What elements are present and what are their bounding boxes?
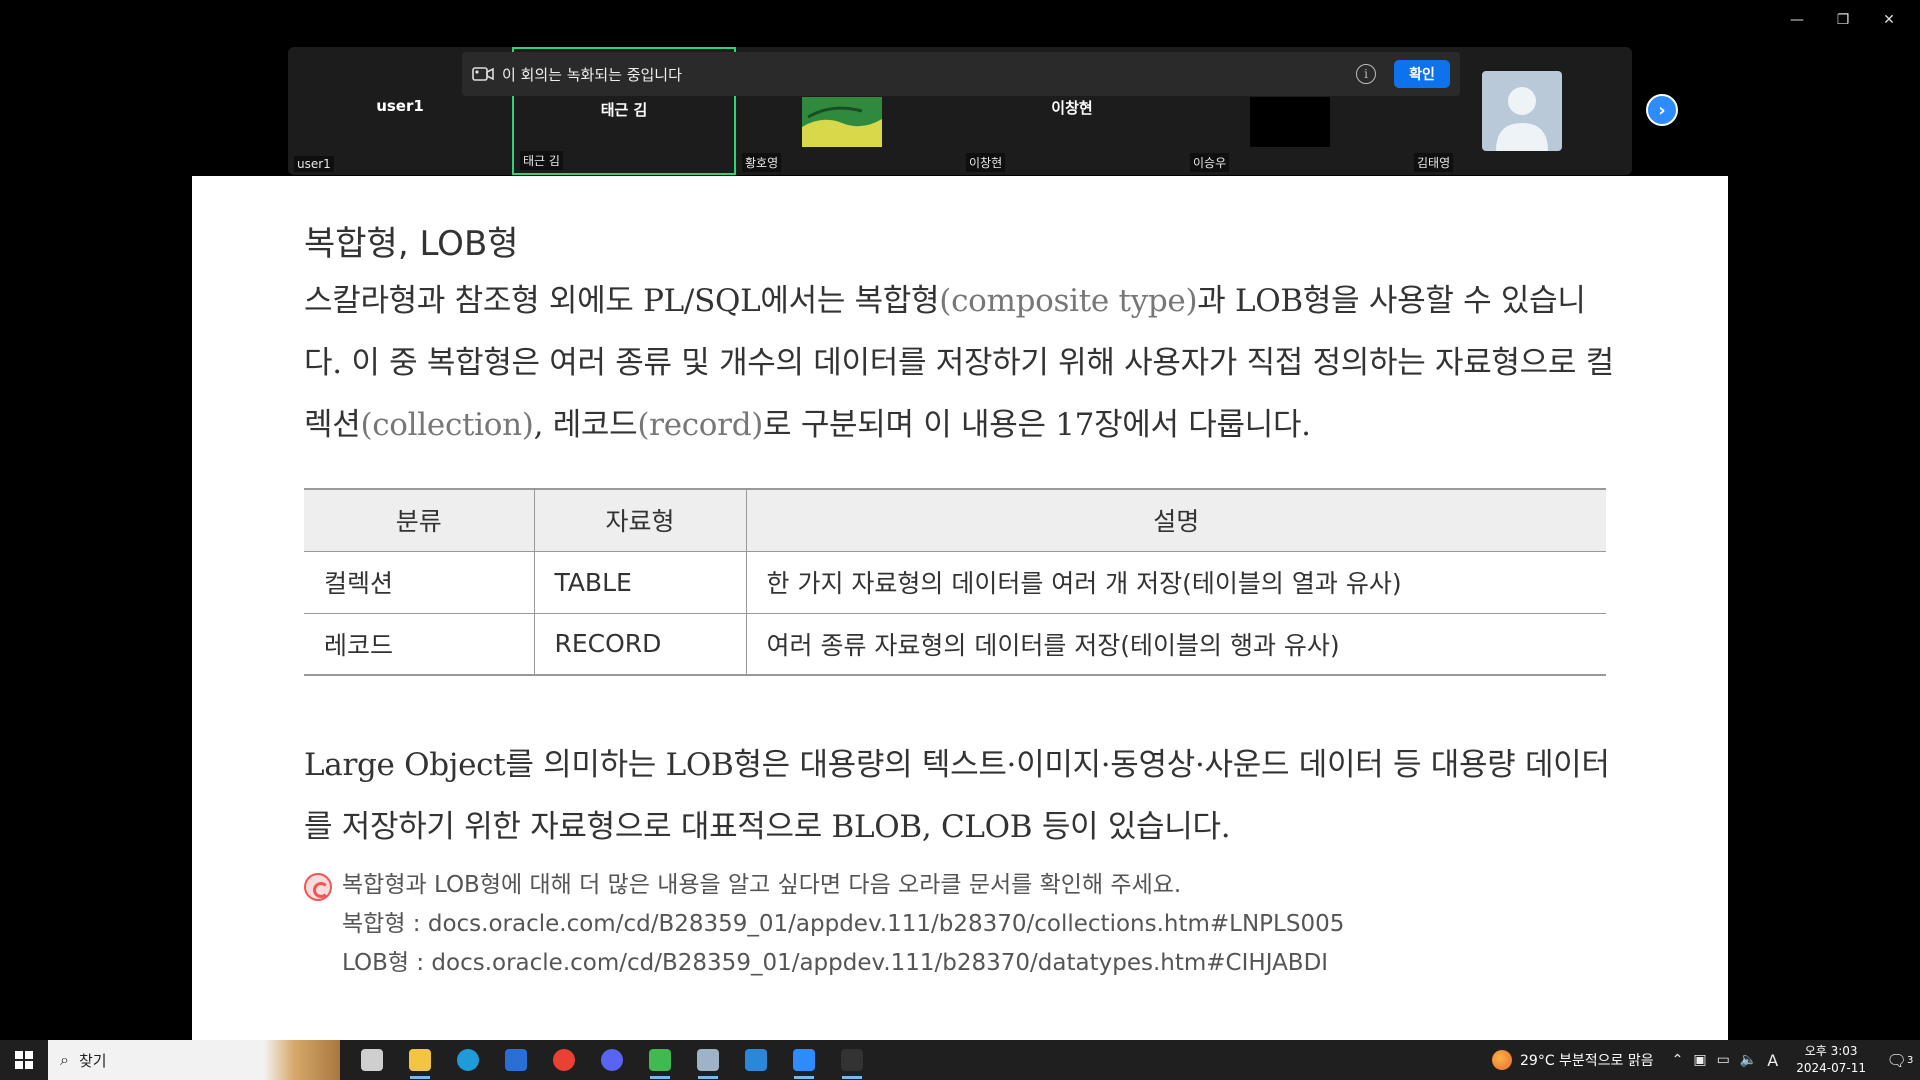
weather-text: 29°C 부분적으로 맑음 [1520,1053,1654,1069]
minimize-button[interactable]: — [1774,6,1820,34]
table-cell: TABLE [533,551,746,614]
system-tray: 29°C 부분적으로 맑음 ⌃ ▣ ▭ 🔈 A 오후 3:03 2024-07-… [1492,1040,1920,1080]
table-header-row: 분류 자료형 설명 [304,488,1606,552]
participant-video-thumbnail [1250,97,1330,147]
close-button[interactable]: ✕ [1866,6,1912,34]
taskbar-search[interactable]: ⌕ 찾기 [48,1040,340,1080]
table-header: 설명 [745,488,1606,552]
avatar [1482,71,1562,151]
participant-name-tag: 황호영 [742,153,782,172]
paragraph-term: (composite type) [939,283,1198,319]
participant-center-name: user1 [376,97,424,115]
taskbar-file-explorer-button[interactable] [396,1040,444,1080]
paint-icon [745,1049,767,1071]
recording-notice-text: 이 회의는 녹화되는 중입니다 [502,65,682,84]
info-icon[interactable]: i [1356,64,1376,84]
paragraph-composite-types: 스칼라형과 참조형 외에도 PL/SQL에서는 복합형(composite ty… [304,270,1614,456]
terminal-icon [841,1049,863,1071]
paragraph-text: , 레코드 [533,407,638,443]
paragraph-text: 스칼라형과 참조형 외에도 PL/SQL에서는 복합형 [304,283,940,319]
search-icon: ⌕ [60,1050,69,1069]
notification-icon: 🗨 [1886,1050,1907,1070]
default-avatar-icon [1496,87,1548,151]
participant-name-tag: 태근 김 [520,151,563,170]
next-participants-button[interactable]: › [1646,94,1678,126]
notepad-icon [697,1049,719,1071]
participant-center-name: 태근 김 [600,101,648,119]
edge-icon [457,1049,479,1071]
types-table: 분류 자료형 설명 컬렉션 TABLE 한 가지 자료형의 데이터를 여러 개 … [304,488,1606,676]
task-view-icon [361,1049,383,1071]
start-button[interactable] [0,1040,48,1080]
table-row: 레코드 RECORD 여러 종류 자료형의 데이터를 저장(테이블의 행과 유사… [304,613,1606,676]
table-cell: 여러 종류 자료형의 데이터를 저장(테이블의 행과 유사) [745,613,1606,676]
search-highlight-image [264,1040,340,1080]
volume-icon[interactable]: 🔈 [1740,1052,1757,1068]
taskbar-chrome-button[interactable] [540,1040,588,1080]
participant-video-thumbnail [802,97,882,147]
taskbar: ⌕ 찾기 29°C 부분적으로 맑음 ⌃ ▣ ▭ 🔈 A 오후 3:03 202… [0,1040,1920,1080]
media-app-icon [649,1049,671,1071]
confirm-button[interactable]: 확인 [1394,60,1450,88]
taskbar-task-view-button[interactable] [348,1040,396,1080]
taskbar-terminal-button[interactable] [828,1040,876,1080]
table-cell: 한 가지 자료형의 데이터를 여러 개 저장(테이블의 열과 유사) [745,551,1606,614]
tip-text: 복합형과 LOB형에 대해 더 많은 내용을 알고 싶다면 다음 오라클 문서를… [342,872,1182,898]
window-controls: — ❐ ✕ [1774,6,1912,34]
paragraph-term: (record) [637,407,764,443]
file-explorer-icon [409,1049,431,1071]
clock-date: 2024-07-11 [1796,1061,1866,1075]
table-cell: 컬렉션 [304,551,534,614]
participant-center-name: 이창현 [1051,99,1093,117]
ime-indicator[interactable]: A [1767,1051,1778,1070]
taskbar-edge-button[interactable] [444,1040,492,1080]
weather-widget[interactable]: 29°C 부분적으로 맑음 [1492,1050,1654,1070]
document-heading: 복합형, LOB형 [304,224,519,264]
taskbar-paint-button[interactable] [732,1040,780,1080]
clock-time: 오후 3:03 [1804,1044,1858,1058]
table-cell: 레코드 [304,613,534,676]
shared-document: 복합형, LOB형 스칼라형과 참조형 외에도 PL/SQL에서는 복합형(co… [192,176,1728,1040]
table-row: 컬렉션 TABLE 한 가지 자료형의 데이터를 여러 개 저장(테이블의 열과… [304,551,1606,614]
video-camera-icon [472,66,494,82]
participant-name-tag: 김태영 [1414,153,1454,172]
windows-logo-icon [15,1051,33,1069]
recording-banner: 이 회의는 녹화되는 중입니다 i 확인 [462,52,1460,96]
restore-button[interactable]: ❐ [1820,6,1866,34]
tip-link-composite: 복합형 : docs.oracle.com/cd/B28359_01/appde… [342,911,1345,937]
chevron-up-icon[interactable]: ⌃ [1672,1052,1684,1068]
chevron-right-icon: › [1658,99,1666,121]
search-label: 찾기 [78,1051,107,1070]
zoom-icon [793,1049,815,1071]
taskbar-discord-button[interactable] [588,1040,636,1080]
tip-link-lob: LOB형 : docs.oracle.com/cd/B28359_01/appd… [342,950,1329,976]
paragraph-term: (collection) [360,407,534,443]
pinned-apps [348,1040,876,1080]
notification-center-button[interactable]: 🗨 3 [1880,1040,1920,1080]
store-icon [505,1049,527,1071]
taskbar-notepad-button[interactable] [684,1040,732,1080]
table-header: 분류 [304,488,534,552]
participant-name-tag: 이승우 [1190,153,1230,172]
discord-icon [601,1049,623,1071]
notification-count: 3 [1906,1054,1914,1066]
paragraph-lob-types: Large Object를 의미하는 LOB형은 대용량의 텍스트·이미지·동영… [304,747,1610,845]
meeting-icon[interactable]: ▣ [1693,1052,1706,1068]
taskbar-media-app-button[interactable] [636,1040,684,1080]
clock[interactable]: 오후 3:03 2024-07-11 [1796,1043,1866,1077]
tip-icon [304,873,332,901]
network-icon[interactable]: ▭ [1717,1052,1730,1068]
taskbar-zoom-button[interactable] [780,1040,828,1080]
participant-name-tag: 이창현 [966,153,1006,172]
participant-name-tag: user1 [294,156,334,172]
paragraph-text: 로 구분되며 이 내용은 17장에서 다룹니다. [763,407,1311,443]
tip-box: 복합형과 LOB형에 대해 더 많은 내용을 알고 싶다면 다음 오라클 문서를… [304,866,1344,983]
weather-icon [1492,1050,1512,1070]
taskbar-store-button[interactable] [492,1040,540,1080]
chrome-icon [553,1049,575,1071]
table-header: 자료형 [533,488,746,552]
table-cell: RECORD [533,613,746,676]
